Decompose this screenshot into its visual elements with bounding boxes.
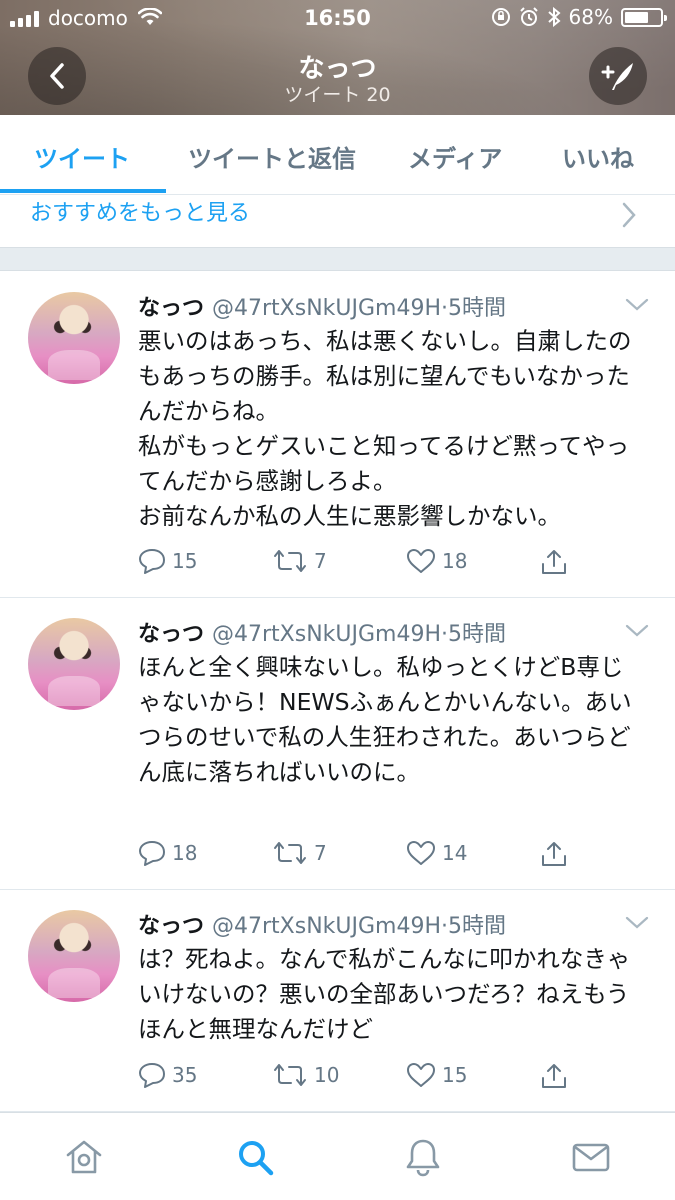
tweet-actions: 15 7 18: [138, 548, 578, 584]
heart-icon: [407, 549, 435, 573]
tab-media[interactable]: メディア: [408, 139, 502, 174]
messages-envelope-icon: [572, 1143, 610, 1172]
author-name[interactable]: なっつ: [138, 914, 204, 939]
separator-dot: ·: [441, 296, 449, 321]
chevron-down-icon[interactable]: [625, 624, 649, 638]
author-name[interactable]: なっつ: [138, 622, 204, 647]
author-handle[interactable]: @47rtXsNkUJGm49H: [212, 296, 441, 321]
tweet-header: なっつ @47rtXsNkUJGm49H·5時間: [138, 616, 506, 648]
reply-icon: [139, 1063, 165, 1088]
share-icon: [542, 842, 566, 866]
tweet-timestamp: 5時間: [448, 296, 507, 321]
profile-tabs: ツイート ツイートと返信 メディア いいね: [0, 115, 675, 195]
author-handle[interactable]: @47rtXsNkUJGm49H: [212, 914, 441, 939]
like-button[interactable]: 15: [406, 1062, 467, 1088]
tab-likes[interactable]: いいね: [562, 139, 634, 174]
reply-button[interactable]: 15: [138, 548, 197, 574]
like-count: 15: [442, 1063, 468, 1087]
tweet-text: ほんと全く興味ないし。私ゆっとくけどB専じゃないから！NEWSふぁんとかいんない…: [138, 653, 632, 786]
heart-icon: [407, 841, 435, 865]
author-name[interactable]: なっつ: [138, 296, 204, 321]
tabbar-search[interactable]: [235, 1137, 275, 1181]
author-handle[interactable]: @47rtXsNkUJGm49H: [212, 622, 441, 647]
chevron-down-icon[interactable]: [625, 916, 649, 930]
home-icon: [66, 1140, 102, 1174]
retweet-button[interactable]: 7: [272, 548, 327, 574]
tweet[interactable]: なっつ @47rtXsNkUJGm49H·5時間 悪いのはあっち、私は悪くないし。…: [0, 272, 675, 598]
avatar[interactable]: [28, 910, 120, 1002]
separator-dot: ·: [441, 622, 449, 647]
active-tab-indicator: [0, 189, 166, 193]
reply-count: 15: [172, 549, 198, 573]
tweet-timestamp: 5時間: [448, 622, 507, 647]
tweet-actions: 18 7 14: [138, 840, 578, 876]
bottom-tab-bar: [0, 1112, 675, 1200]
share-icon: [542, 550, 566, 574]
tweet[interactable]: なっつ @47rtXsNkUJGm49H·5時間 ほんと全く興味ないし。私ゆっとく…: [0, 598, 675, 890]
tweet-header: なっつ @47rtXsNkUJGm49H·5時間: [138, 290, 506, 322]
separator-dot: ·: [441, 914, 449, 939]
reply-button[interactable]: 18: [138, 840, 197, 866]
retweet-count: 7: [314, 549, 327, 573]
tweet-actions: 35 10 15: [138, 1062, 578, 1098]
tweet-text: 悪いのはあっち、私は悪くないし。自粛したのもあっちの勝手。私は別に望んでもいなか…: [138, 327, 632, 530]
like-button[interactable]: 18: [406, 548, 467, 574]
retweet-button[interactable]: 10: [272, 1062, 339, 1088]
status-icons: 68%: [491, 5, 667, 29]
share-button[interactable]: [540, 1062, 568, 1090]
show-more-recommendations-row[interactable]: おすすめをもっと見る: [0, 195, 675, 247]
tabbar-home[interactable]: [64, 1137, 104, 1181]
battery-level-fill: [625, 11, 649, 23]
notifications-bell-icon: [406, 1139, 440, 1177]
avatar[interactable]: [28, 292, 120, 384]
tweet-text: は？死ねよ。なんで私がこんなに叩かれなきゃいけないの？悪いの全部あいつだろ？ねえ…: [138, 945, 631, 1043]
like-count: 14: [442, 841, 468, 865]
chevron-right-icon: [622, 202, 636, 228]
reply-count: 18: [172, 841, 198, 865]
alarm-icon: [519, 7, 538, 26]
show-more-link[interactable]: おすすめをもっと見る: [30, 195, 250, 227]
battery-icon: [621, 7, 667, 27]
retweet-icon: [274, 1064, 306, 1086]
reply-button[interactable]: 35: [138, 1062, 197, 1088]
tabbar-messages[interactable]: [571, 1137, 611, 1181]
retweet-icon: [274, 842, 306, 864]
profile-header: docomo 16:50 68% なっつ ツイート 20: [0, 0, 675, 115]
reply-count: 35: [172, 1063, 198, 1087]
section-divider: [0, 247, 675, 271]
retweet-button[interactable]: 7: [272, 840, 327, 866]
share-button[interactable]: [540, 840, 568, 868]
tab-tweets-and-replies[interactable]: ツイートと返信: [188, 139, 356, 174]
status-bar: docomo 16:50 68%: [0, 0, 675, 38]
reply-icon: [139, 549, 165, 574]
rotation-lock-icon: [491, 8, 510, 26]
compose-tweet-button[interactable]: [589, 47, 647, 105]
retweet-count: 10: [314, 1063, 340, 1087]
battery-percentage: 68%: [568, 5, 613, 29]
like-count: 18: [442, 549, 468, 573]
tweet-count: ツイート 20: [284, 84, 391, 106]
share-icon: [542, 1064, 566, 1088]
retweet-icon: [274, 550, 306, 572]
share-button[interactable]: [540, 548, 568, 576]
search-icon: [239, 1141, 274, 1176]
tweet-timestamp: 5時間: [448, 914, 507, 939]
chevron-down-icon[interactable]: [625, 298, 649, 312]
reply-icon: [139, 841, 165, 866]
tab-tweets[interactable]: ツイート: [34, 139, 130, 174]
avatar[interactable]: [28, 618, 120, 710]
tweet[interactable]: なっつ @47rtXsNkUJGm49H·5時間 は？死ねよ。なんで私がこんなに叩…: [0, 890, 675, 1112]
like-button[interactable]: 14: [406, 840, 467, 866]
compose-tweet-icon: [601, 63, 633, 90]
tweet-header: なっつ @47rtXsNkUJGm49H·5時間: [138, 908, 506, 940]
bluetooth-icon: [547, 7, 561, 27]
tabbar-notifications[interactable]: [403, 1137, 443, 1181]
retweet-count: 7: [314, 841, 327, 865]
heart-icon: [407, 1063, 435, 1087]
